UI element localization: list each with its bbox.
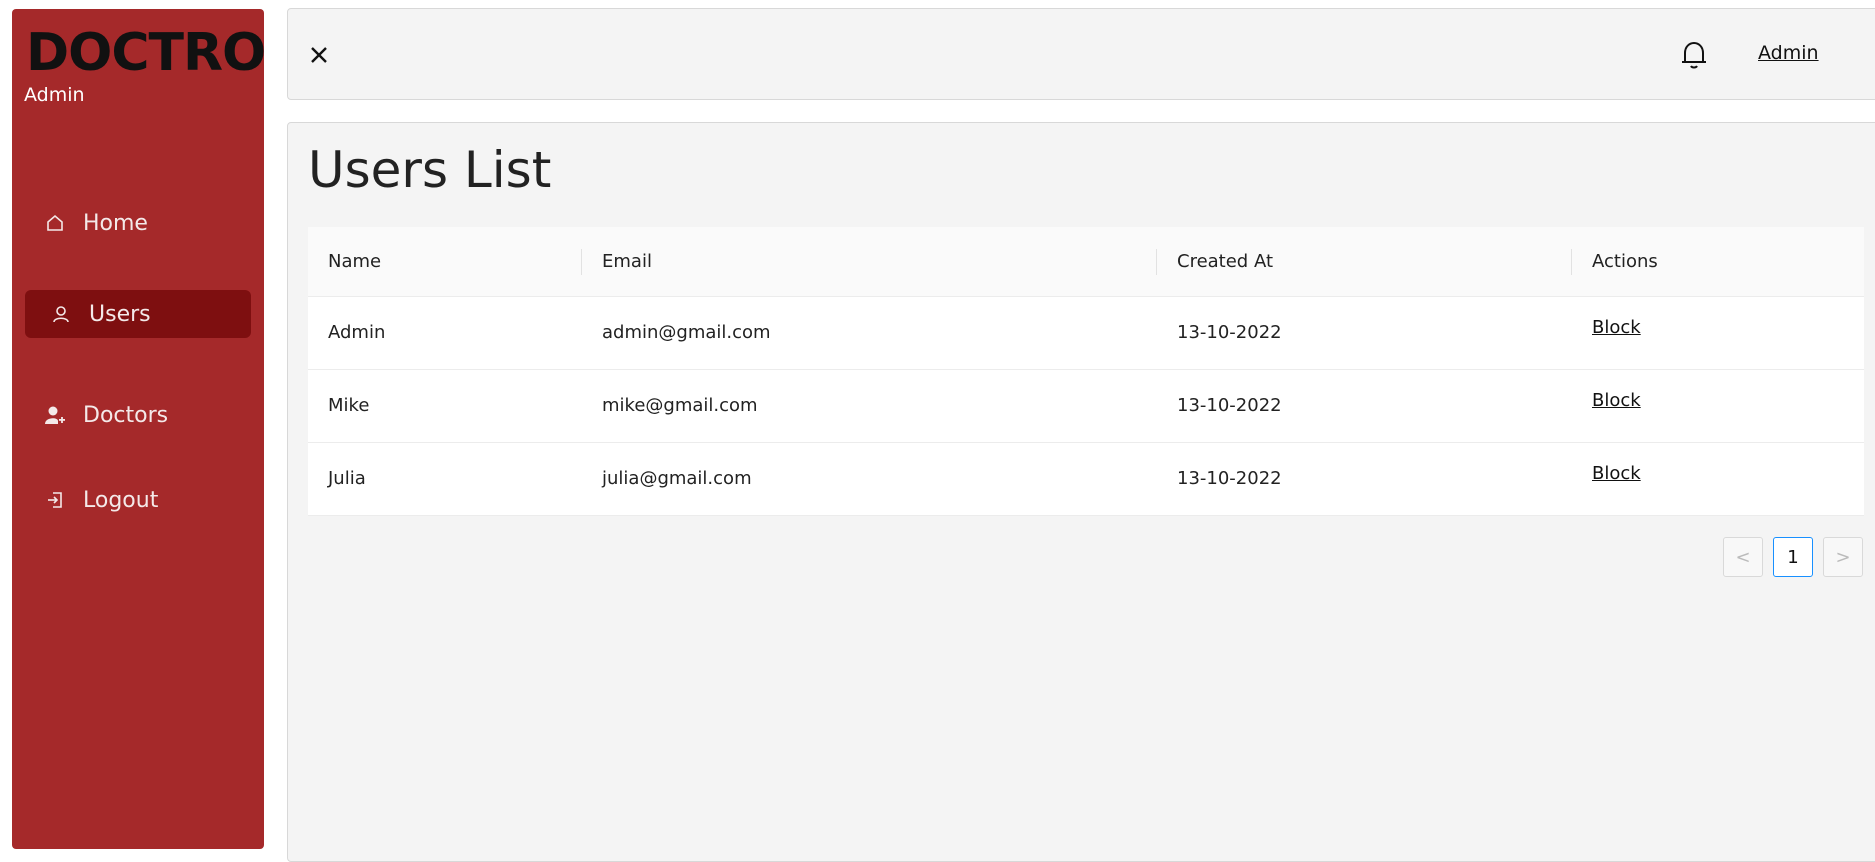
sidebar-item-logout[interactable]: Logout xyxy=(25,476,251,524)
cell-name: Julia xyxy=(308,442,582,516)
cell-created-at: 13-10-2022 xyxy=(1157,369,1572,443)
cell-name: Admin xyxy=(308,296,582,370)
sidebar: DOCTRO Admin Home Users Doctors Logout xyxy=(12,9,266,849)
top-header: Admin xyxy=(287,8,1875,100)
table-header-row: Name Email Created At Actions xyxy=(308,227,1864,297)
sidebar-item-label: Logout xyxy=(83,487,159,513)
users-table: Name Email Created At Actions Admin admi… xyxy=(308,227,1864,516)
cell-actions: Block xyxy=(1572,296,1864,370)
cell-created-at: 13-10-2022 xyxy=(1157,296,1572,370)
table-row: Admin admin@gmail.com 13-10-2022 Block xyxy=(308,296,1864,370)
brand-logo: DOCTRO xyxy=(26,23,266,83)
logout-icon xyxy=(43,488,67,512)
column-header-label: Created At xyxy=(1177,250,1274,272)
pagination: < 1 > xyxy=(1723,537,1863,577)
sidebar-item-users[interactable]: Users xyxy=(25,290,251,338)
pagination-page-button[interactable]: 1 xyxy=(1773,537,1813,577)
block-user-link[interactable]: Block xyxy=(1592,317,1641,338)
pagination-prev-button[interactable]: < xyxy=(1723,537,1763,577)
cell-email: admin@gmail.com xyxy=(582,296,1157,370)
sidebar-item-label: Home xyxy=(83,210,148,236)
user-add-icon xyxy=(43,403,67,427)
block-user-link[interactable]: Block xyxy=(1592,390,1641,411)
role-label: Admin xyxy=(24,84,85,106)
column-header-label: Actions xyxy=(1592,250,1658,272)
page-title: Users List xyxy=(308,141,552,199)
cell-created-at: 13-10-2022 xyxy=(1157,442,1572,516)
column-header-created-at: Created At xyxy=(1157,227,1572,297)
sidebar-item-doctors[interactable]: Doctors xyxy=(25,391,251,439)
user-menu-link[interactable]: Admin xyxy=(1758,42,1819,64)
column-header-name: Name xyxy=(308,227,582,297)
sidebar-item-home[interactable]: Home xyxy=(25,199,251,247)
main-content: Users List Name Email Created At Actions xyxy=(287,122,1875,862)
bell-icon[interactable] xyxy=(1677,38,1711,72)
column-header-label: Name xyxy=(328,250,382,272)
cell-email: mike@gmail.com xyxy=(582,369,1157,443)
pagination-next-button[interactable]: > xyxy=(1823,537,1863,577)
close-icon[interactable] xyxy=(306,42,332,68)
block-user-link[interactable]: Block xyxy=(1592,463,1641,484)
table-row: Mike mike@gmail.com 13-10-2022 Block xyxy=(308,369,1864,443)
column-header-label: Email xyxy=(602,250,652,272)
home-icon xyxy=(43,211,67,235)
cell-name: Mike xyxy=(308,369,582,443)
column-header-actions: Actions xyxy=(1572,227,1864,297)
cell-actions: Block xyxy=(1572,369,1864,443)
sidebar-item-label: Users xyxy=(89,301,151,327)
column-header-email: Email xyxy=(582,227,1157,297)
sidebar-item-label: Doctors xyxy=(83,402,169,428)
cell-email: julia@gmail.com xyxy=(582,442,1157,516)
table-row: Julia julia@gmail.com 13-10-2022 Block xyxy=(308,442,1864,516)
cell-actions: Block xyxy=(1572,442,1864,516)
user-icon xyxy=(49,302,73,326)
